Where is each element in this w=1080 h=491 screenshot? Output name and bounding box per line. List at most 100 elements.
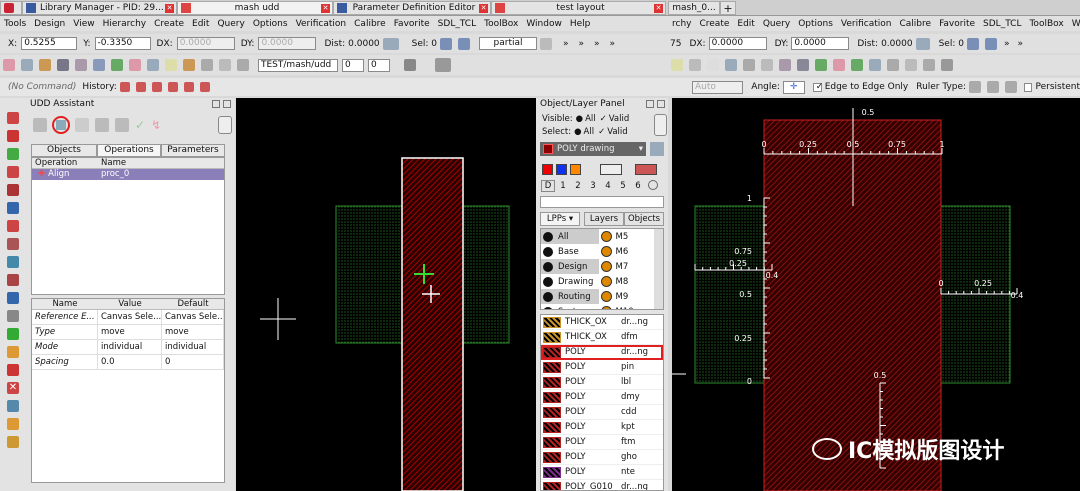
toolbar-tool-icon[interactable] (689, 59, 701, 71)
magic-wand-icon[interactable] (115, 118, 129, 132)
toolbar-tool-icon[interactable] (887, 59, 899, 71)
menu-item[interactable]: Favorite (394, 19, 430, 29)
select-filter-icon[interactable] (984, 37, 997, 50)
toolbar-tool-icon[interactable] (869, 59, 881, 71)
wand-icon[interactable] (7, 112, 19, 124)
menu-item[interactable]: Edit (737, 19, 754, 29)
tab-objects[interactable]: Objects (624, 212, 664, 226)
history-icon[interactable] (183, 82, 194, 92)
toolbar-tool-icon[interactable] (815, 59, 827, 71)
align-tool-icon[interactable] (52, 116, 70, 134)
menu-item[interactable]: Verification (296, 19, 347, 29)
toolbar-tool-icon[interactable] (219, 59, 231, 71)
toolbar-tool-icon[interactable] (111, 59, 123, 71)
toolbar-tool-icon[interactable] (707, 59, 719, 71)
layer-filter-input[interactable] (540, 196, 664, 208)
palette-menu-icon[interactable] (635, 164, 657, 175)
lpp-row[interactable]: POLY dr...ng (541, 345, 663, 360)
history-icon[interactable] (151, 82, 162, 92)
lpp-row[interactable]: POLY pin (541, 360, 663, 375)
digit-button[interactable]: 6 (631, 180, 645, 192)
menu-item[interactable]: Window (1072, 19, 1080, 29)
undo-icon[interactable]: ↯ (151, 118, 161, 132)
selection-mode-dropdown[interactable]: partial (479, 37, 538, 50)
toolbar-tool-icon[interactable] (129, 59, 141, 71)
digit-button[interactable]: 3 (586, 180, 600, 192)
tab-operations[interactable]: Operations (97, 144, 161, 157)
layout-canvas-right[interactable]: 0 0.25 0.5 0.75 1 0.5 1 0.75 0.5 0.25 0 0.25 0.4 0 0.2… (672, 98, 1080, 491)
menu-item[interactable]: Help (570, 19, 591, 29)
toolbar-tool-icon[interactable] (21, 59, 33, 71)
ruler-type-icon[interactable] (986, 81, 999, 93)
menu-item[interactable]: Edit (192, 19, 209, 29)
cellview-path-field[interactable]: TEST/mash/udd (258, 58, 338, 72)
lpp-row[interactable]: POLY gho (541, 450, 663, 465)
digit-button[interactable]: 4 (601, 180, 615, 192)
tab-parameter-definition-editor[interactable]: Parameter Definition Editor ✕ (333, 1, 491, 15)
dx-field-right[interactable]: 0.0000 (708, 37, 767, 50)
toolbar-tool-icon[interactable] (743, 59, 755, 71)
toolbar-tool-icon[interactable] (761, 59, 773, 71)
lpp-row[interactable]: POLY dmy (541, 390, 663, 405)
menu-item[interactable]: Calibre (900, 19, 932, 29)
layer-set-item[interactable]: Base (541, 244, 599, 259)
select-all-radio[interactable]: ● (574, 127, 581, 137)
menu-item[interactable]: View (73, 19, 94, 29)
menu-item[interactable]: Hierarchy (103, 19, 147, 29)
lpp-row[interactable]: POLY nte (541, 465, 663, 480)
ruler-icon[interactable] (7, 256, 19, 268)
toolbar-tool-icon[interactable] (797, 59, 809, 71)
current-layer-dropdown[interactable]: POLY drawing ▾ (540, 142, 646, 156)
x-field[interactable]: 0.5255 (21, 37, 78, 50)
toolbar-tool-icon[interactable] (57, 59, 69, 71)
polygon-icon[interactable] (7, 166, 19, 178)
layer-set-item[interactable]: M5 (599, 229, 655, 244)
angle-dropdown[interactable]: ✛ (782, 80, 805, 94)
menu-item[interactable]: Window (526, 19, 562, 29)
close-icon[interactable]: ✕ (654, 3, 663, 13)
lpp-row[interactable]: POLY lbl (541, 375, 663, 390)
digit-button[interactable]: 5 (616, 180, 630, 192)
y-field[interactable]: -0.3350 (94, 37, 151, 50)
tab-mash-udd[interactable]: mash udd ✕ (177, 1, 333, 15)
tab-lpps[interactable]: LPPs ▾ (540, 212, 580, 226)
flatten-icon[interactable] (7, 418, 19, 430)
layer-set-item[interactable]: M8 (599, 274, 655, 289)
menu-item[interactable]: Query (763, 19, 790, 29)
lpp-row[interactable]: POLY_G010 dr...ng (541, 480, 663, 490)
table-row[interactable]: ✚ Align proc_0 (32, 169, 224, 180)
layer-set-item[interactable]: Drawing (541, 274, 599, 289)
layer-set-item[interactable]: M9 (599, 289, 655, 304)
layer-set-item[interactable]: M6 (599, 244, 655, 259)
ruler-type-icon[interactable] (1004, 81, 1017, 93)
toolbar-tool-icon[interactable] (39, 59, 51, 71)
split-icon[interactable] (7, 364, 19, 376)
toolbar-tool-icon[interactable] (833, 59, 845, 71)
lpp-row[interactable]: THICK_OX dfm (541, 330, 663, 345)
menu-item[interactable]: Design (34, 19, 65, 29)
blue-chip[interactable] (556, 164, 567, 175)
palette-button[interactable] (600, 164, 622, 175)
property-row[interactable]: Spacing 0.0 0 (32, 355, 224, 370)
dropdown-icon[interactable] (540, 37, 553, 50)
tab-objects[interactable]: Objects (31, 144, 97, 157)
ruler-type-icon[interactable] (969, 81, 981, 93)
tab-library-manager[interactable]: Library Manager - PID: 29... ✕ (22, 1, 177, 15)
menu-item[interactable]: SDL_TCL (438, 19, 476, 29)
digit-button[interactable]: 1 (556, 180, 570, 192)
tab-layers[interactable]: Layers (584, 212, 624, 226)
property-row[interactable]: Type move move (32, 325, 224, 340)
new-tab-button[interactable]: + (720, 1, 736, 15)
close-icon[interactable]: ✕ (479, 3, 488, 13)
lpp-row[interactable]: POLY ftm (541, 435, 663, 450)
copy-icon[interactable] (7, 292, 19, 304)
edge-to-edge-checkbox[interactable]: ✓ (812, 82, 823, 92)
menu-item[interactable]: Tools (4, 19, 26, 29)
property-row[interactable]: Mode individual individual (32, 340, 224, 355)
toolbar-tool-icon[interactable] (905, 59, 917, 71)
dx-field[interactable]: 0.0000 (176, 37, 235, 50)
menu-item[interactable]: Favorite (939, 19, 975, 29)
toolbar-tool-icon[interactable] (671, 59, 683, 71)
abut-icon[interactable] (7, 436, 19, 448)
expand-arrow-icon[interactable] (218, 116, 232, 134)
